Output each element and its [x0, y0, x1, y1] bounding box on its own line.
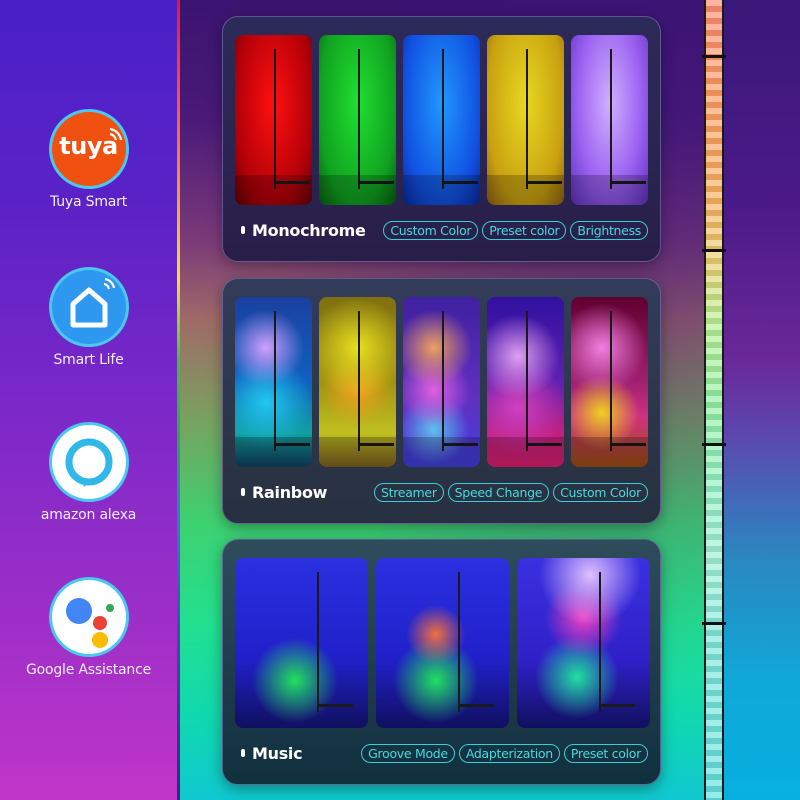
chip-custom-color[interactable]: Custom Color — [553, 482, 648, 502]
google-assistant-dots-icon — [51, 580, 126, 654]
chip-groove-mode[interactable]: Groove Mode — [361, 743, 455, 763]
mode-card-music: Music Groove Mode Adapterization Preset … — [222, 539, 661, 785]
right-background — [722, 0, 800, 800]
smart-life-house-icon — [51, 270, 126, 344]
thumbnail-music-green — [235, 558, 368, 728]
mode-title: Music — [252, 743, 303, 763]
app-item-google-assistant: Google Assistance — [0, 580, 177, 678]
feature-chips: Groove Mode Adapterization Preset color — [361, 743, 648, 763]
strip-segment-divider — [702, 55, 726, 58]
mode-title: Rainbow — [252, 482, 328, 502]
thumbnail-violet-pink — [487, 297, 564, 467]
thumbnail-row — [235, 35, 648, 205]
thumbnail-blue-cyan — [235, 297, 312, 467]
thumbnail-red — [235, 35, 312, 205]
strip-segment-divider — [702, 622, 726, 625]
bullet-icon — [241, 749, 245, 757]
led-strip-image — [704, 0, 724, 800]
chip-preset-color[interactable]: Preset color — [563, 743, 648, 763]
chip-preset-color[interactable]: Preset color — [482, 220, 567, 240]
thumbnail-yellow — [487, 35, 564, 205]
app-item-alexa: amazon alexa — [0, 425, 177, 523]
thumbnail-purple-orange — [403, 297, 480, 467]
mode-footer: Monochrome Custom Color Preset color Bri… — [241, 219, 648, 241]
thumbnail-magenta-yellow — [571, 297, 648, 467]
thumbnail-yellow-orange — [319, 297, 396, 467]
app-label: Smart Life — [53, 352, 124, 368]
chip-custom-color[interactable]: Custom Color — [383, 220, 479, 240]
feature-chips: Custom Color Preset color Brightness — [383, 220, 648, 240]
tuya-logo-icon: tuya — [51, 112, 126, 186]
thumbnail-row — [235, 297, 648, 467]
thumbnail-row — [235, 558, 650, 728]
app-label: amazon alexa — [40, 507, 137, 523]
chip-speed-change[interactable]: Speed Change — [447, 482, 550, 502]
chip-adapterization[interactable]: Adapterization — [458, 743, 560, 763]
thumbnail-purple — [571, 35, 648, 205]
mode-footer: Rainbow Streamer Speed Change Custom Col… — [241, 481, 648, 503]
app-label: Tuya Smart — [50, 194, 127, 210]
strip-segment-divider — [702, 443, 726, 446]
wifi-signal-icon — [109, 127, 122, 141]
feature-chips: Streamer Speed Change Custom Color — [374, 482, 648, 502]
bullet-icon — [241, 488, 245, 496]
mode-footer: Music Groove Mode Adapterization Preset … — [241, 742, 648, 764]
chip-streamer[interactable]: Streamer — [374, 482, 444, 502]
app-item-smart-life: Smart Life — [0, 270, 177, 368]
chip-brightness[interactable]: Brightness — [570, 220, 648, 240]
app-item-tuya: tuya Tuya Smart — [0, 112, 177, 210]
thumbnail-music-pink — [517, 558, 650, 728]
mode-card-rainbow: Rainbow Streamer Speed Change Custom Col… — [222, 278, 661, 524]
alexa-ring-icon — [51, 425, 126, 499]
bullet-icon — [241, 226, 245, 234]
strip-segment-divider — [702, 249, 726, 252]
app-label: Google Assistance — [25, 662, 152, 678]
thumbnail-music-rainbow — [376, 558, 509, 728]
mode-title: Monochrome — [252, 220, 366, 240]
thumbnail-blue — [403, 35, 480, 205]
mode-card-monochrome: Monochrome Custom Color Preset color Bri… — [222, 16, 661, 262]
thumbnail-green — [319, 35, 396, 205]
